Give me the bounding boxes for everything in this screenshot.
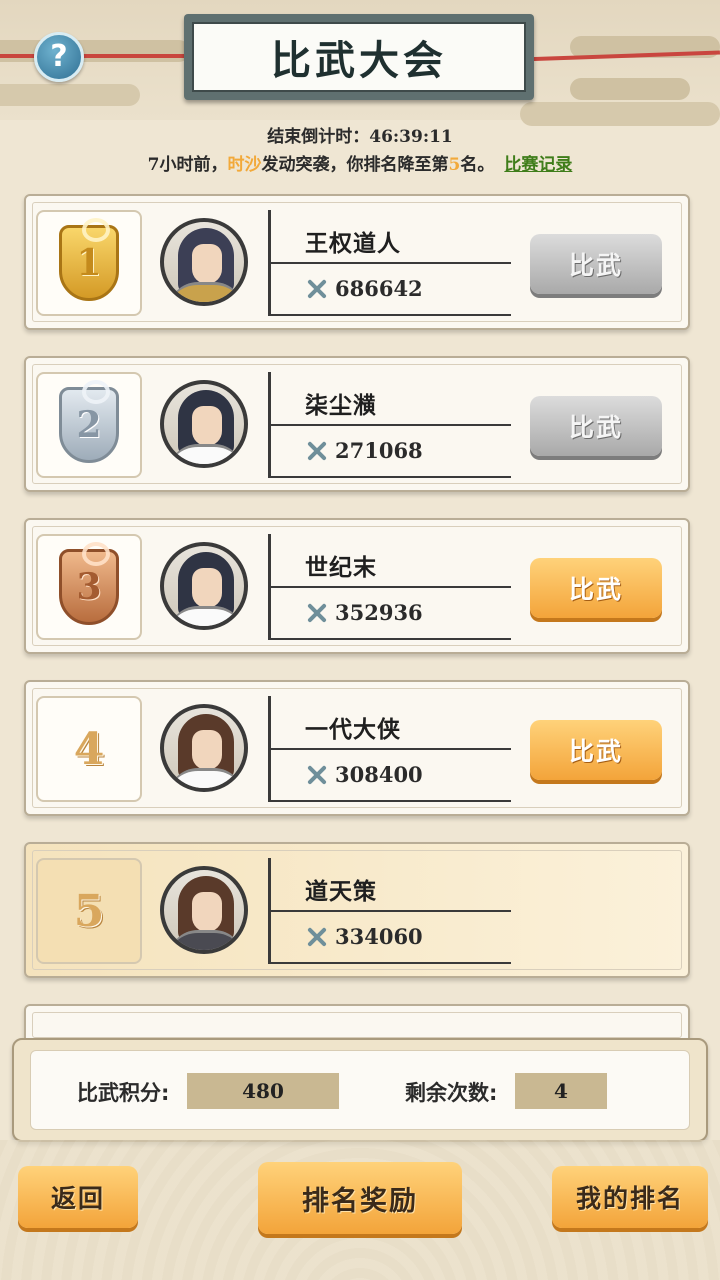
- match-record-link[interactable]: 比赛记录: [504, 155, 572, 175]
- player-name: 一代大侠: [305, 717, 401, 743]
- challenge-button[interactable]: 比武: [530, 720, 662, 780]
- countdown-label: 结束倒计时：: [267, 127, 370, 147]
- crossed-swords-icon: [305, 601, 329, 625]
- combat-power: 271068: [305, 438, 423, 463]
- cloud-decoration: [570, 78, 690, 100]
- rank-number: 5: [73, 885, 105, 937]
- stats-inner: 比武积分: 480 剩余次数: 4: [30, 1050, 690, 1130]
- rank-card-1: 1 王权道人 686642 比武: [24, 194, 690, 330]
- notice-middle: 发动突袭，你排名降至第: [261, 155, 449, 175]
- remaining-value: 4: [515, 1073, 607, 1109]
- red-rope-decoration: [0, 54, 200, 58]
- points-label: 比武积分:: [77, 1081, 170, 1105]
- silver-medal-icon: 2: [59, 380, 119, 463]
- cloud-decoration: [0, 84, 140, 106]
- rank-card-2: 2 柒尘㶇 271068 比武: [24, 356, 690, 492]
- player-name: 世纪末: [305, 555, 377, 581]
- rank-rewards-button[interactable]: 排名奖励: [258, 1162, 462, 1234]
- player-info: 道天策 334060: [268, 858, 676, 964]
- help-button[interactable]: ?: [34, 32, 84, 82]
- attacker-name: 时沙: [227, 155, 262, 175]
- rank-badge: 4: [36, 696, 142, 802]
- crossed-swords-icon: [305, 763, 329, 787]
- crossed-swords-icon: [305, 439, 329, 463]
- rank-badge: 5: [36, 858, 142, 964]
- bronze-medal-icon: 3: [59, 542, 119, 625]
- challenge-button[interactable]: 比武: [530, 234, 662, 294]
- cloud-decoration: [0, 40, 190, 62]
- rank-card-self: 5 道天策 334060: [24, 842, 690, 978]
- points-value: 480: [187, 1073, 339, 1109]
- combat-power: 334060: [305, 924, 423, 949]
- my-rank-button[interactable]: 我的排名: [552, 1166, 708, 1228]
- stats-panel: 比武积分: 480 剩余次数: 4: [12, 1038, 708, 1142]
- crossed-swords-icon: [305, 925, 329, 949]
- countdown-timer: 结束倒计时：46:39:11: [0, 122, 720, 147]
- remaining-label: 剩余次数:: [405, 1081, 498, 1105]
- combat-power: 352936: [305, 600, 423, 625]
- avatar: [160, 704, 248, 792]
- page-title: 比武大会: [192, 22, 526, 92]
- attack-notice: 7小时前，时沙发动突袭，你排名降至第5名。 比赛记录: [0, 150, 720, 175]
- notice-rank: 5: [448, 155, 461, 175]
- combat-power: 308400: [305, 762, 423, 787]
- gold-medal-icon: 1: [59, 218, 119, 301]
- question-mark-icon: ?: [50, 39, 68, 74]
- crossed-swords-icon: [305, 277, 329, 301]
- countdown-value: 46:39:11: [369, 127, 453, 147]
- challenge-button[interactable]: 比武: [530, 396, 662, 456]
- rank-badge: 3: [36, 534, 142, 640]
- rank-number: 4: [73, 723, 105, 775]
- notice-suffix: 名。: [460, 155, 495, 175]
- rank-card-3: 3 世纪末 352936 比武: [24, 518, 690, 654]
- player-name: 道天策: [305, 879, 377, 905]
- rank-card-4: 4 一代大侠 308400 比武: [24, 680, 690, 816]
- avatar: [160, 866, 248, 954]
- avatar: [160, 542, 248, 630]
- back-button[interactable]: 返回: [18, 1166, 138, 1228]
- player-name: 柒尘㶇: [305, 393, 377, 419]
- player-name: 王权道人: [305, 231, 401, 257]
- title-plate: 比武大会: [184, 14, 534, 100]
- rank-badge: 1: [36, 210, 142, 316]
- combat-power: 686642: [305, 276, 423, 301]
- avatar: [160, 218, 248, 306]
- avatar: [160, 380, 248, 468]
- challenge-button[interactable]: 比武: [530, 558, 662, 618]
- rank-badge: 2: [36, 372, 142, 478]
- notice-time: 7小时前，: [147, 155, 228, 175]
